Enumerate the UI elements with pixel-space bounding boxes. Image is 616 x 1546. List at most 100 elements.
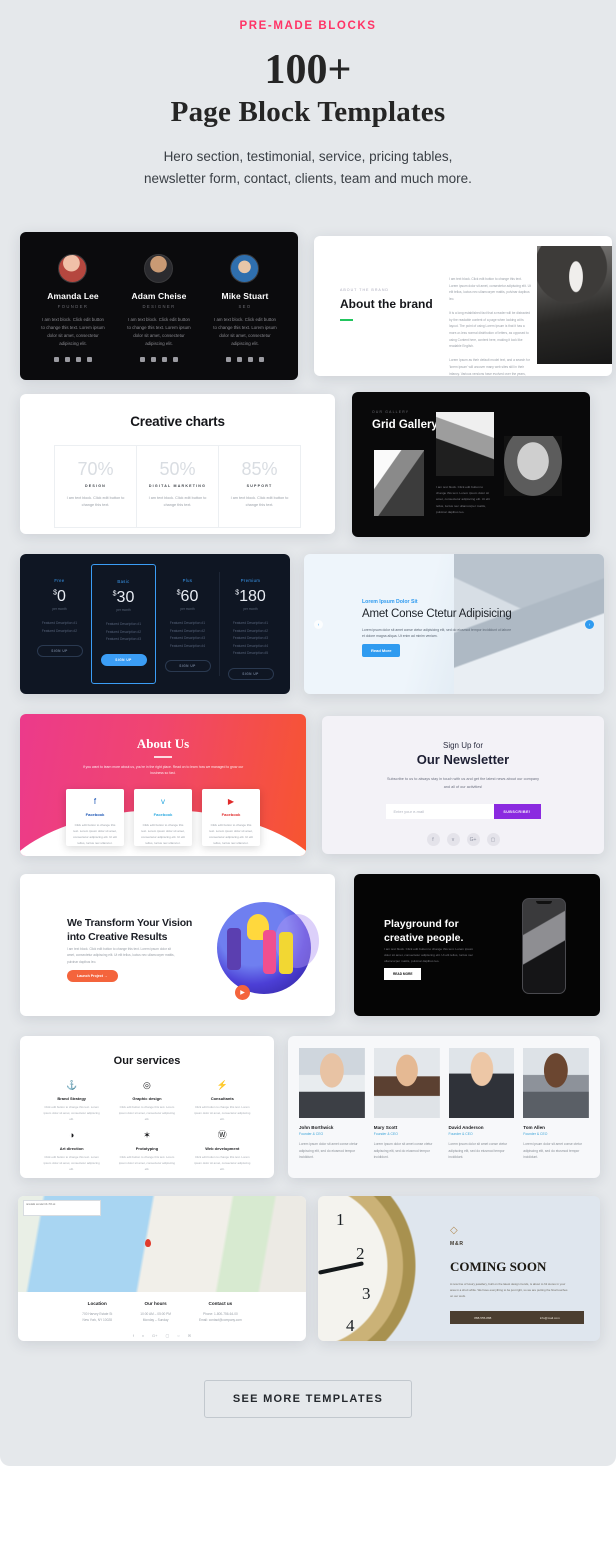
contact-column-location: Location 700 Harvey Estate St New York, … <box>82 1301 112 1323</box>
pricing-plan-plus: Plus $60 per month Featured Description … <box>156 564 219 684</box>
member-role: Founder & CEO <box>373 1132 398 1136</box>
social-text: Click edit button to change this text. L… <box>73 823 117 845</box>
template-card-transform[interactable]: We Transform Your Vision into Creative R… <box>20 874 335 1016</box>
youtube-icon: ▶ <box>227 797 235 806</box>
gallery-image <box>436 412 494 476</box>
asterisk-icon: ✶ <box>143 1130 151 1141</box>
template-card-team-dark[interactable]: Amanda Lee FOUNDER I am text block. Clic… <box>20 232 298 380</box>
see-more-templates-button[interactable]: SEE MORE TEMPLATES <box>203 1380 413 1418</box>
coming-soon-text: A new line of luxury jewellery, built on… <box>450 1282 568 1298</box>
pinterest-icon[interactable]: ○ <box>177 1333 179 1338</box>
phone-value[interactable]: 888-555-888 <box>474 1316 491 1320</box>
email-line: Email: contact@company.com <box>198 1318 242 1323</box>
template-card-map-contact[interactable]: ramdatki osmdal UK-70b sk Location 700 H… <box>18 1196 306 1341</box>
feature: Featured Description #1 <box>41 621 78 625</box>
template-card-grid-gallery[interactable]: OUR GALLERY Grid Gallery Slide I am text… <box>352 392 590 537</box>
about-brand-layout: About the brand About the brand I am tex… <box>314 236 612 376</box>
template-card-about-brand[interactable]: About the brand About the brand I am tex… <box>314 236 612 376</box>
service-item: ◑ Art direction Click edit button to cha… <box>34 1131 109 1172</box>
chevron-left-icon[interactable]: ‹ <box>314 620 323 629</box>
facebook-icon[interactable] <box>139 356 145 362</box>
google-plus-icon[interactable]: G+ <box>152 1333 157 1338</box>
subscribe-button[interactable]: SUBSCRIBE! <box>493 804 541 820</box>
clock-image: 1 2 3 4 <box>318 1196 442 1341</box>
instagram-icon[interactable] <box>247 356 253 362</box>
template-card-newsletter[interactable]: Sign Up for Our Newsletter Subscribe to … <box>322 716 604 854</box>
member-bio: I am text block. Click edit button to ch… <box>41 317 105 347</box>
service-text: Click edit button to change this text. L… <box>194 1105 251 1121</box>
target-icon: ◎ <box>143 1080 151 1090</box>
twitter-icon[interactable]: ᴠ <box>142 1333 144 1338</box>
social-links[interactable] <box>34 356 111 362</box>
feature: Featured Description #3 <box>169 636 206 641</box>
social-links[interactable] <box>206 356 283 362</box>
signup-button[interactable]: SIGN UP <box>227 667 274 680</box>
map-image[interactable]: ramdatki osmdal UK-70b sk <box>18 1196 306 1292</box>
team-member: David Anderson Founder & CEO Lorem ipsum… <box>448 1048 515 1161</box>
gallery-text: I am text block. Click edit button to ch… <box>436 485 490 514</box>
template-card-about-us[interactable]: About Us If you want to learn more about… <box>20 714 306 856</box>
template-card-playground[interactable]: Playground for creative people. I am tex… <box>354 874 600 1016</box>
price-amount: 60 <box>180 588 199 605</box>
chart-label: SUPPORT <box>246 484 273 488</box>
launch-project-button[interactable]: Launch Project → <box>67 970 118 982</box>
plan-price: $180 <box>219 588 282 606</box>
email-input[interactable]: Enter your e-mail <box>385 804 494 820</box>
signup-button[interactable]: SIGN UP <box>36 645 83 658</box>
template-card-slider[interactable]: Lorem Ipsum Dolor Sit Amet Conse Ctetur … <box>304 554 604 694</box>
team-member: Mike Stuart SEO I am text block. Click e… <box>206 254 283 362</box>
behance-icon[interactable] <box>86 356 92 362</box>
brand-name: M&R <box>450 1241 464 1247</box>
mail-icon[interactable]: ✉ <box>188 1333 191 1338</box>
template-card-team-photos[interactable]: John Borthwick Founder & CEO Lorem ipsum… <box>288 1036 600 1178</box>
signup-button[interactable]: SIGN UP <box>100 653 147 666</box>
member-role: SEO <box>238 304 252 309</box>
member-name: Mary Scott <box>373 1125 398 1130</box>
facebook-icon[interactable]: f <box>133 1333 134 1338</box>
instagram-icon[interactable] <box>75 356 81 362</box>
facebook-icon[interactable] <box>53 356 59 362</box>
signup-button[interactable]: SIGN UP <box>164 660 211 673</box>
behance-icon[interactable] <box>258 356 264 362</box>
feature: Featured Description #3 <box>232 636 269 641</box>
social-card[interactable]: f Facebook Click edit button to change t… <box>66 789 124 846</box>
map-pin-icon[interactable] <box>144 1239 151 1248</box>
play-icon[interactable]: ▶ <box>235 985 250 1000</box>
playground-text: I am text block. Click edit button to ch… <box>384 947 474 964</box>
service-item: ⚓ Brand Strategy Click edit button to ch… <box>34 1081 109 1122</box>
instagram-icon[interactable]: ▢ <box>166 1333 170 1338</box>
member-role: Founder & CEO <box>523 1132 548 1136</box>
clock-hand <box>318 1261 364 1275</box>
twitter-icon[interactable] <box>150 356 156 362</box>
social-card[interactable]: ▶ Facebook Click edit button to change t… <box>202 789 260 846</box>
read-more-button[interactable]: Read More <box>362 644 401 657</box>
social-card[interactable]: ᴠ Facebook Click edit button to change t… <box>134 789 192 846</box>
instagram-icon[interactable] <box>161 356 167 362</box>
phone-mockup <box>522 898 566 994</box>
plan-features: Featured Description #1 Featured Descrip… <box>156 620 219 650</box>
facebook-icon[interactable] <box>225 356 231 362</box>
twitter-icon[interactable]: ᴠ <box>446 833 460 847</box>
about-us-text: If you want to learn more about us, you'… <box>82 765 244 776</box>
chevron-right-icon[interactable]: › <box>585 620 594 629</box>
column-heading: Our hours <box>144 1301 167 1306</box>
twitter-icon[interactable] <box>64 356 70 362</box>
twitter-icon[interactable] <box>236 356 242 362</box>
behance-icon[interactable] <box>172 356 178 362</box>
template-card-coming-soon[interactable]: 1 2 3 4 ◇ M&R COMING SOON A new line of … <box>318 1196 600 1341</box>
read-more-button[interactable]: READ MORE <box>384 968 422 980</box>
google-plus-icon[interactable]: G+ <box>466 833 480 847</box>
plan-name: Plus <box>182 578 193 583</box>
team-member: John Borthwick Founder & CEO Lorem ipsum… <box>299 1048 365 1161</box>
price-amount: 0 <box>57 588 66 605</box>
email-value[interactable]: info@mail.com <box>540 1316 560 1320</box>
instagram-icon[interactable]: ▢ <box>486 833 500 847</box>
slider-kicker: Lorem Ipsum Dolor Sit <box>362 599 418 605</box>
facebook-icon[interactable]: f <box>426 833 440 847</box>
template-card-creative-charts[interactable]: Creative charts 70% DESIGN I am text blo… <box>20 394 335 534</box>
template-card-pricing[interactable]: Free $0 per month Featured Description #… <box>20 554 290 694</box>
template-card-services[interactable]: Our services ⚓ Brand Strategy Click edit… <box>20 1036 274 1178</box>
social-links[interactable] <box>120 356 197 362</box>
column-heading: Location <box>87 1301 107 1306</box>
service-item: ⚡ Consultants Click edit button to chang… <box>185 1081 260 1122</box>
